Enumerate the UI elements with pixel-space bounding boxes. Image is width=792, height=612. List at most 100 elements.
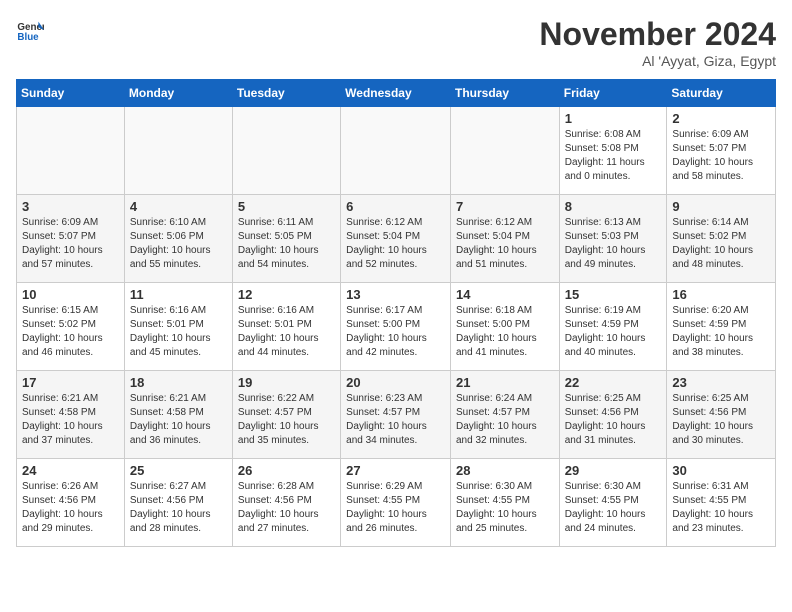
calendar-cell: 7 Sunrise: 6:12 AM Sunset: 5:04 PM Daylig… [450, 195, 559, 283]
day-number: 10 [22, 287, 119, 302]
day-number: 2 [672, 111, 770, 126]
day-info: Sunrise: 6:29 AM Sunset: 4:55 PM Dayligh… [346, 480, 445, 536]
calendar-week-row: 10 Sunrise: 6:15 AM Sunset: 5:02 PM Dayli… [17, 283, 776, 371]
calendar-cell: 23Sunrise: 6:25 AM Sunset: 4:56 PM Dayli… [667, 371, 776, 459]
weekday-header-wednesday: Wednesday [341, 80, 451, 107]
calendar-week-row: 24Sunrise: 6:26 AM Sunset: 4:56 PM Dayli… [17, 459, 776, 547]
day-number: 19 [238, 375, 335, 390]
day-number: 22 [565, 375, 662, 390]
calendar-cell: 13 Sunrise: 6:17 AM Sunset: 5:00 PM Dayli… [341, 283, 451, 371]
weekday-header-monday: Monday [124, 80, 232, 107]
day-number: 11 [130, 287, 227, 302]
calendar-cell: 22 Sunrise: 6:25 AM Sunset: 4:56 PM Dayli… [559, 371, 667, 459]
day-number: 3 [22, 199, 119, 214]
location: Al 'Ayyat, Giza, Egypt [539, 53, 776, 69]
calendar-cell: 25Sunrise: 6:27 AM Sunset: 4:56 PM Dayli… [124, 459, 232, 547]
calendar-cell: 21Sunrise: 6:24 AM Sunset: 4:57 PM Dayli… [450, 371, 559, 459]
calendar-cell: 16 Sunrise: 6:20 AM Sunset: 4:59 PM Dayli… [667, 283, 776, 371]
day-info: Sunrise: 6:31 AM Sunset: 4:55 PM Dayligh… [672, 480, 770, 536]
day-number: 14 [456, 287, 554, 302]
calendar-cell: 12 Sunrise: 6:16 AM Sunset: 5:01 PM Dayli… [232, 283, 340, 371]
day-number: 7 [456, 199, 554, 214]
day-number: 13 [346, 287, 445, 302]
calendar-cell: 8 Sunrise: 6:13 AM Sunset: 5:03 PM Daylig… [559, 195, 667, 283]
day-info: Sunrise: 6:23 AM Sunset: 4:57 PM Dayligh… [346, 392, 445, 448]
calendar-week-row: 17 Sunrise: 6:21 AM Sunset: 4:58 PM Dayli… [17, 371, 776, 459]
day-info: Sunrise: 6:14 AM Sunset: 5:02 PM Dayligh… [672, 216, 770, 272]
calendar-cell: 2 Sunrise: 6:09 AM Sunset: 5:07 PM Daylig… [667, 107, 776, 195]
calendar-cell [124, 107, 232, 195]
day-number: 29 [565, 463, 662, 478]
calendar-cell: 10 Sunrise: 6:15 AM Sunset: 5:02 PM Dayli… [17, 283, 125, 371]
day-number: 1 [565, 111, 662, 126]
month-title: November 2024 [539, 16, 776, 53]
calendar-cell: 9 Sunrise: 6:14 AM Sunset: 5:02 PM Daylig… [667, 195, 776, 283]
day-number: 6 [346, 199, 445, 214]
calendar-cell: 1 Sunrise: 6:08 AM Sunset: 5:08 PM Daylig… [559, 107, 667, 195]
day-info: Sunrise: 6:12 AM Sunset: 5:04 PM Dayligh… [346, 216, 445, 272]
calendar-cell: 28 Sunrise: 6:30 AM Sunset: 4:55 PM Dayli… [450, 459, 559, 547]
day-info: Sunrise: 6:26 AM Sunset: 4:56 PM Dayligh… [22, 480, 119, 536]
day-info: Sunrise: 6:25 AM Sunset: 4:56 PM Dayligh… [565, 392, 662, 448]
calendar-cell: 17 Sunrise: 6:21 AM Sunset: 4:58 PM Dayli… [17, 371, 125, 459]
calendar-cell [341, 107, 451, 195]
calendar-cell: 19 Sunrise: 6:22 AM Sunset: 4:57 PM Dayli… [232, 371, 340, 459]
calendar-cell: 11 Sunrise: 6:16 AM Sunset: 5:01 PM Dayli… [124, 283, 232, 371]
calendar-cell: 30 Sunrise: 6:31 AM Sunset: 4:55 PM Dayli… [667, 459, 776, 547]
weekday-header-tuesday: Tuesday [232, 80, 340, 107]
day-number: 17 [22, 375, 119, 390]
day-number: 21 [456, 375, 554, 390]
day-number: 4 [130, 199, 227, 214]
day-info: Sunrise: 6:13 AM Sunset: 5:03 PM Dayligh… [565, 216, 662, 272]
calendar-cell: 15Sunrise: 6:19 AM Sunset: 4:59 PM Dayli… [559, 283, 667, 371]
day-info: Sunrise: 6:16 AM Sunset: 5:01 PM Dayligh… [238, 304, 335, 360]
calendar-cell: 24Sunrise: 6:26 AM Sunset: 4:56 PM Dayli… [17, 459, 125, 547]
calendar-week-row: 1 Sunrise: 6:08 AM Sunset: 5:08 PM Daylig… [17, 107, 776, 195]
day-info: Sunrise: 6:16 AM Sunset: 5:01 PM Dayligh… [130, 304, 227, 360]
day-number: 30 [672, 463, 770, 478]
calendar-cell [232, 107, 340, 195]
day-info: Sunrise: 6:17 AM Sunset: 5:00 PM Dayligh… [346, 304, 445, 360]
calendar-cell: 3 Sunrise: 6:09 AM Sunset: 5:07 PM Daylig… [17, 195, 125, 283]
day-info: Sunrise: 6:09 AM Sunset: 5:07 PM Dayligh… [22, 216, 119, 272]
calendar-cell [17, 107, 125, 195]
day-number: 25 [130, 463, 227, 478]
day-info: Sunrise: 6:28 AM Sunset: 4:56 PM Dayligh… [238, 480, 335, 536]
calendar-cell: 26 Sunrise: 6:28 AM Sunset: 4:56 PM Dayli… [232, 459, 340, 547]
day-info: Sunrise: 6:12 AM Sunset: 5:04 PM Dayligh… [456, 216, 554, 272]
calendar-cell: 29Sunrise: 6:30 AM Sunset: 4:55 PM Dayli… [559, 459, 667, 547]
day-info: Sunrise: 6:08 AM Sunset: 5:08 PM Dayligh… [565, 128, 662, 184]
calendar-cell: 20 Sunrise: 6:23 AM Sunset: 4:57 PM Dayli… [341, 371, 451, 459]
weekday-header-thursday: Thursday [450, 80, 559, 107]
day-number: 28 [456, 463, 554, 478]
calendar-table: SundayMondayTuesdayWednesdayThursdayFrid… [16, 79, 776, 547]
title-area: November 2024 Al 'Ayyat, Giza, Egypt [539, 16, 776, 69]
calendar-cell [450, 107, 559, 195]
day-info: Sunrise: 6:20 AM Sunset: 4:59 PM Dayligh… [672, 304, 770, 360]
calendar-cell: 6 Sunrise: 6:12 AM Sunset: 5:04 PM Daylig… [341, 195, 451, 283]
day-number: 26 [238, 463, 335, 478]
weekday-header-friday: Friday [559, 80, 667, 107]
weekday-header-sunday: Sunday [17, 80, 125, 107]
day-number: 18 [130, 375, 227, 390]
day-number: 9 [672, 199, 770, 214]
calendar-cell: 4Sunrise: 6:10 AM Sunset: 5:06 PM Daylig… [124, 195, 232, 283]
day-number: 5 [238, 199, 335, 214]
day-info: Sunrise: 6:30 AM Sunset: 4:55 PM Dayligh… [456, 480, 554, 536]
calendar-cell: 18 Sunrise: 6:21 AM Sunset: 4:58 PM Dayli… [124, 371, 232, 459]
calendar-week-row: 3 Sunrise: 6:09 AM Sunset: 5:07 PM Daylig… [17, 195, 776, 283]
calendar-cell: 14Sunrise: 6:18 AM Sunset: 5:00 PM Dayli… [450, 283, 559, 371]
svg-text:Blue: Blue [17, 32, 39, 43]
day-info: Sunrise: 6:21 AM Sunset: 4:58 PM Dayligh… [130, 392, 227, 448]
day-info: Sunrise: 6:22 AM Sunset: 4:57 PM Dayligh… [238, 392, 335, 448]
day-number: 16 [672, 287, 770, 302]
day-number: 20 [346, 375, 445, 390]
day-info: Sunrise: 6:21 AM Sunset: 4:58 PM Dayligh… [22, 392, 119, 448]
day-info: Sunrise: 6:09 AM Sunset: 5:07 PM Dayligh… [672, 128, 770, 184]
calendar-cell: 27Sunrise: 6:29 AM Sunset: 4:55 PM Dayli… [341, 459, 451, 547]
day-number: 12 [238, 287, 335, 302]
day-info: Sunrise: 6:15 AM Sunset: 5:02 PM Dayligh… [22, 304, 119, 360]
day-number: 8 [565, 199, 662, 214]
day-number: 15 [565, 287, 662, 302]
day-number: 23 [672, 375, 770, 390]
